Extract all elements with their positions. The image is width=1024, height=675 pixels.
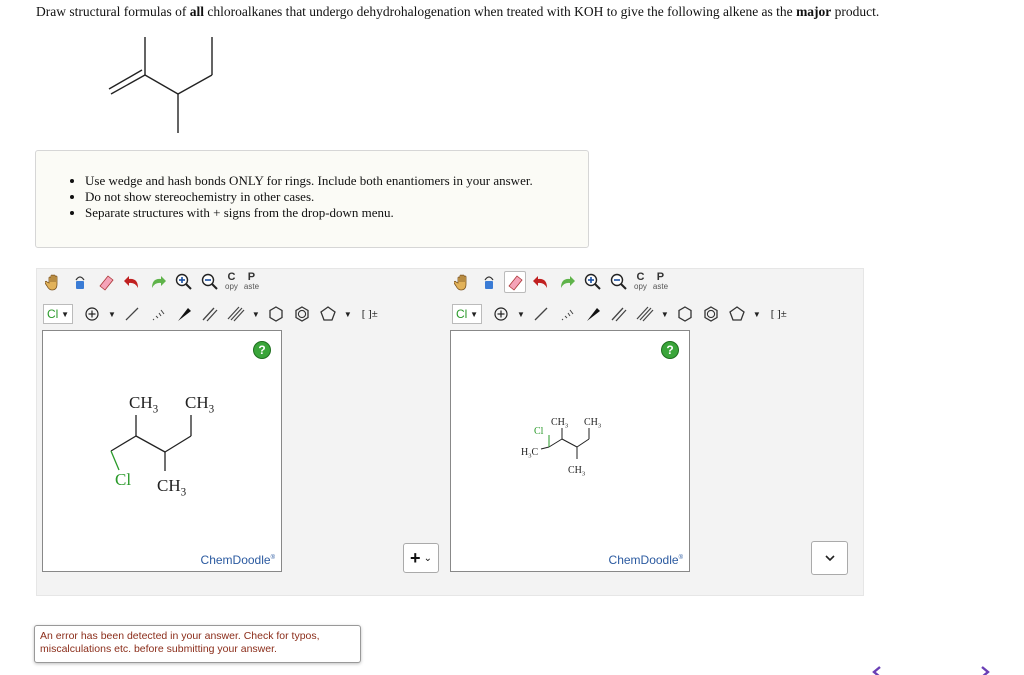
instruction-item: Do not show stereochemistry in other cas… [85,189,588,205]
question-part: product. [831,4,880,19]
editor2-structure: CH3 CH3 Cl H3C CH3 [521,417,601,478]
charge-plus-icon[interactable] [81,303,103,325]
bottom-navigation[interactable] [870,664,1000,675]
redo-icon[interactable] [147,271,169,293]
undo-icon[interactable] [121,271,143,293]
lasso-select-icon[interactable] [69,271,91,293]
chevron-down-icon[interactable]: ▼ [661,310,669,319]
editor2-label-cl: Cl [534,426,544,437]
editor2-label-h3c: H3C [521,447,538,460]
editor1-canvas[interactable]: ? CH3 CH3 Cl CH3 ChemDoodle® [42,330,282,572]
editor2-label-ch3-a: CH3 [551,417,568,430]
triple-bond-icon[interactable] [634,303,656,325]
paste-button[interactable]: Paste [244,272,259,292]
copy-button[interactable]: Copy [225,272,238,292]
zoom-in-icon[interactable] [173,271,195,293]
charge-bracket-icon[interactable]: [ ]± [766,303,792,325]
editor2-toolbar: Copy Paste Cl ▼ ▼ ▼ ▼ [ ]± [452,271,797,327]
cyclopentane-icon[interactable] [726,303,748,325]
editor1-label-ch3-b: CH3 [185,393,215,415]
editor1-label-cl: Cl [115,470,131,489]
editor2-canvas[interactable]: ? CH3 CH3 Cl H3C CH3 ChemDoodle® [450,330,690,572]
hand-pan-icon[interactable] [43,271,65,293]
wedge-bond-icon[interactable] [173,303,195,325]
question-emphasis-major: major [796,4,832,19]
single-bond-icon[interactable] [530,303,552,325]
structure-dropdown[interactable] [811,541,848,575]
double-bond-icon[interactable] [608,303,630,325]
zoom-out-icon[interactable] [199,271,221,293]
copy-button[interactable]: Copy [634,272,647,292]
redo-icon[interactable] [556,271,578,293]
editor1-structure: CH3 CH3 Cl CH3 [110,393,215,498]
chevron-down-icon[interactable]: ▼ [753,310,761,319]
triple-bond-icon[interactable] [225,303,247,325]
wedge-bond-icon[interactable] [582,303,604,325]
cyclohexane-icon[interactable] [674,303,696,325]
question-part: Draw structural formulas of [36,4,190,19]
editor1-label-ch3-c: CH3 [157,476,187,498]
chemdoodle-brand: ChemDoodle® [200,553,275,567]
element-select[interactable]: Cl ▼ [43,304,73,324]
chemdoodle-brand: ChemDoodle® [608,553,683,567]
hash-bond-icon[interactable] [147,303,169,325]
editor2-label-ch3-b: CH3 [584,417,601,430]
editor2-label-ch3-c: CH3 [568,465,585,478]
charge-bracket-icon[interactable]: [ ]± [357,303,383,325]
zoom-out-icon[interactable] [608,271,630,293]
editor1-label-ch3-a: CH3 [129,393,159,415]
question-text: Draw structural formulas of all chloroal… [36,4,879,20]
eraser-icon[interactable] [95,271,117,293]
chevron-down-icon[interactable]: ▼ [517,310,525,319]
cyclohexane-icon[interactable] [265,303,287,325]
zoom-in-icon[interactable] [582,271,604,293]
charge-plus-icon[interactable] [490,303,512,325]
separator-select[interactable]: + ⌄ [403,543,439,573]
chevron-down-icon: ⌄ [423,552,432,564]
chevron-down-icon [824,554,835,561]
benzene-icon[interactable] [291,303,313,325]
chevron-down-icon[interactable]: ▼ [252,310,260,319]
hand-pan-icon[interactable] [452,271,474,293]
question-emphasis-all: all [189,4,204,19]
benzene-icon[interactable] [700,303,722,325]
chevron-down-icon[interactable]: ▼ [344,310,352,319]
eraser-icon[interactable] [504,271,526,293]
instruction-item: Use wedge and hash bonds ONLY for rings.… [85,173,588,189]
target-alkene-structure [108,37,213,133]
double-bond-icon[interactable] [199,303,221,325]
previous-arrow-icon[interactable] [872,666,881,675]
lasso-select-icon[interactable] [478,271,500,293]
next-arrow-icon[interactable] [981,666,990,675]
chevron-down-icon[interactable]: ▼ [108,310,116,319]
instructions-box: Use wedge and hash bonds ONLY for rings.… [35,150,589,248]
instruction-item: Separate structures with + signs from th… [85,205,588,221]
single-bond-icon[interactable] [121,303,143,325]
element-select[interactable]: Cl ▼ [452,304,482,324]
editor1-toolbar: Copy Paste Cl ▼ ▼ ▼ ▼ [ ]± [43,271,388,327]
paste-button[interactable]: Paste [653,272,668,292]
undo-icon[interactable] [530,271,552,293]
question-part: chloroalkanes that undergo dehydrohaloge… [203,4,797,19]
cyclopentane-icon[interactable] [317,303,339,325]
error-message: An error has been detected in your answe… [34,625,361,663]
hash-bond-icon[interactable] [556,303,578,325]
